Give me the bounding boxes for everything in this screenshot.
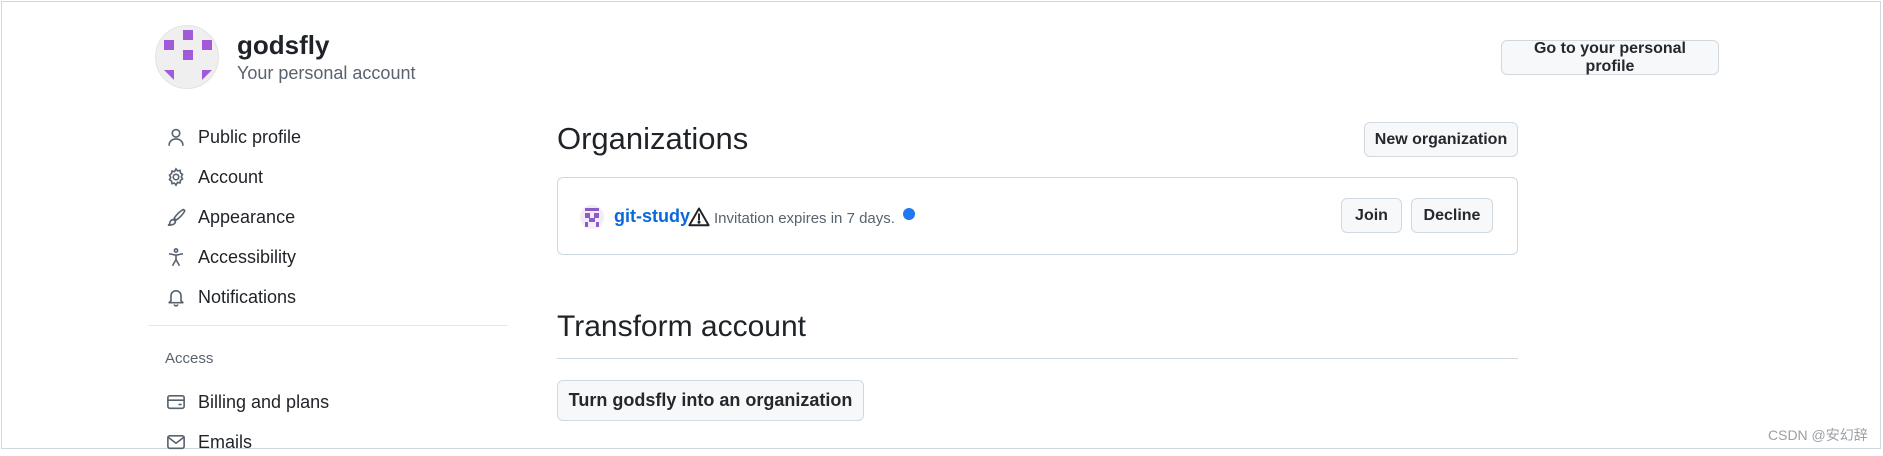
account-subtitle: Your personal account xyxy=(237,63,416,83)
sidebar-item-label: Accessibility xyxy=(198,246,297,267)
sidebar-item-label: Notifications xyxy=(198,286,297,307)
invitation-expiry-text: Invitation expires in 7 days. xyxy=(714,210,895,227)
username: godsfly xyxy=(237,30,330,60)
sidebar-item-label: Account xyxy=(198,166,264,187)
sidebar-item-appearance[interactable]: Appearance xyxy=(166,203,295,231)
bell-icon xyxy=(168,290,184,307)
new-organization-button[interactable]: New organization xyxy=(1364,122,1518,157)
sidebar-item-accessibility[interactable]: Accessibility xyxy=(166,243,296,271)
mail-icon xyxy=(167,434,185,450)
join-button[interactable]: Join xyxy=(1341,198,1402,233)
organizations-title: Organizations xyxy=(557,121,749,156)
user-avatar[interactable] xyxy=(155,25,219,89)
accessibility-icon xyxy=(168,248,184,266)
org-avatar[interactable] xyxy=(580,205,604,229)
sidebar-item-account[interactable]: Account xyxy=(166,163,263,191)
transform-account-title: Transform account xyxy=(557,310,806,343)
sidebar-divider xyxy=(148,325,508,326)
sidebar-item-notifications[interactable]: Notifications xyxy=(166,283,296,311)
sidebar-item-label: Billing and plans xyxy=(198,391,330,412)
alert-icon xyxy=(688,207,710,227)
sidebar-item-public-profile[interactable]: Public profile xyxy=(166,123,301,151)
decline-button[interactable]: Decline xyxy=(1411,198,1493,233)
sidebar-item-label: Emails xyxy=(198,431,253,452)
org-name-link[interactable]: git-study xyxy=(614,206,690,227)
watermark: CSDN @安幻辞 xyxy=(1768,427,1868,443)
turn-into-organization-button[interactable]: Turn godsfly into an organization xyxy=(557,380,864,421)
go-to-profile-button[interactable]: Go to your personal profile xyxy=(1501,40,1719,75)
sidebar-item-billing[interactable]: Billing and plans xyxy=(166,388,329,416)
credit-card-icon xyxy=(167,394,185,410)
sidebar-heading-access: Access xyxy=(165,350,214,367)
sidebar-item-label: Appearance xyxy=(198,206,296,227)
person-icon xyxy=(168,128,184,146)
paintbrush-icon xyxy=(167,208,186,226)
gear-icon xyxy=(168,167,184,187)
sidebar-item-label: Public profile xyxy=(198,126,302,147)
unread-dot-icon xyxy=(903,208,915,220)
section-divider xyxy=(557,358,1518,359)
organization-invitation-row: git-study Invitation expires in 7 days. … xyxy=(557,177,1518,255)
